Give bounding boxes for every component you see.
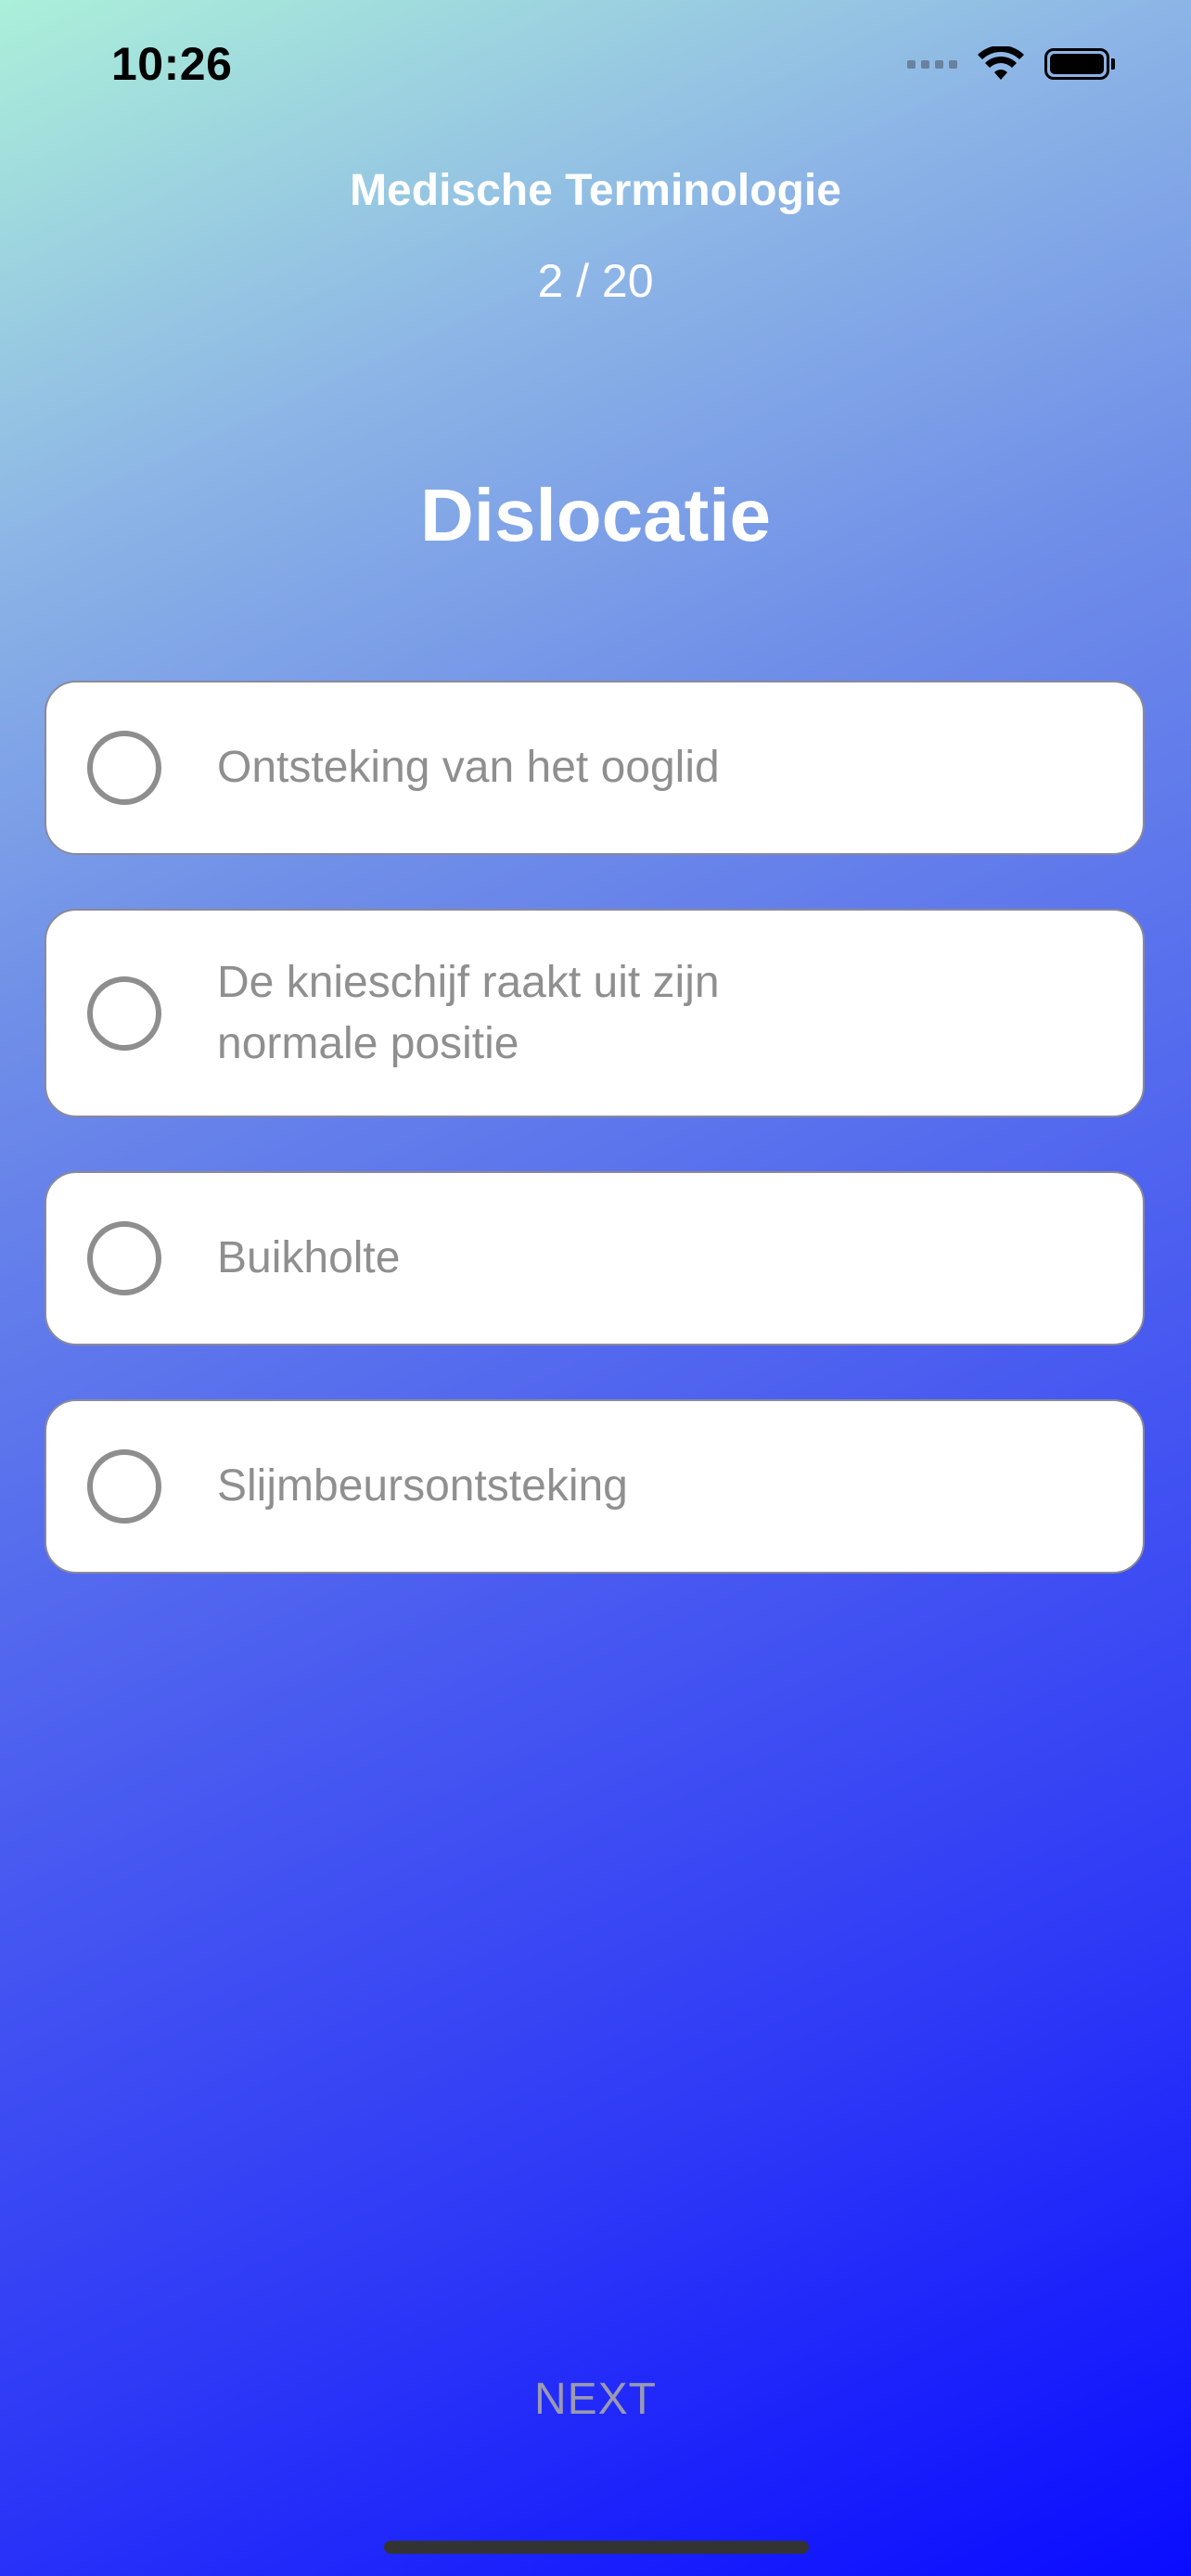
answer-option-label: Ontsteking van het ooglid <box>217 743 720 792</box>
status-icons <box>907 46 1115 82</box>
radio-button-icon[interactable] <box>87 731 161 805</box>
wifi-icon <box>978 46 1024 80</box>
radio-button-icon[interactable] <box>87 1221 161 1295</box>
quiz-title: Medische Terminologie <box>350 166 841 215</box>
answer-option-label: Buikholte <box>217 1233 401 1282</box>
question-term: Dislocatie <box>420 474 771 556</box>
answer-option-1[interactable]: Ontsteking van het ooglid <box>45 681 1145 855</box>
status-bar: 10:26 <box>0 0 1191 130</box>
status-time: 10:26 <box>111 38 233 90</box>
next-button[interactable]: NEXT <box>456 2355 735 2444</box>
answer-option-4[interactable]: Slijmbeursontsteking <box>45 1399 1145 1574</box>
question-progress: 2 / 20 <box>537 255 654 307</box>
radio-button-icon[interactable] <box>87 976 161 1051</box>
cellular-signal-icon <box>907 59 957 69</box>
answer-option-label: Slijmbeursontsteking <box>217 1461 628 1511</box>
battery-icon <box>1044 48 1115 80</box>
answer-option-label: De knieschijf raakt uit zijn normale pos… <box>217 957 720 1068</box>
answer-option-2[interactable]: De knieschijf raakt uit zijn normale pos… <box>45 909 1145 1117</box>
home-indicator[interactable] <box>384 2541 809 2554</box>
answer-option-3[interactable]: Buikholte <box>45 1171 1145 1345</box>
radio-button-icon[interactable] <box>87 1449 161 1524</box>
